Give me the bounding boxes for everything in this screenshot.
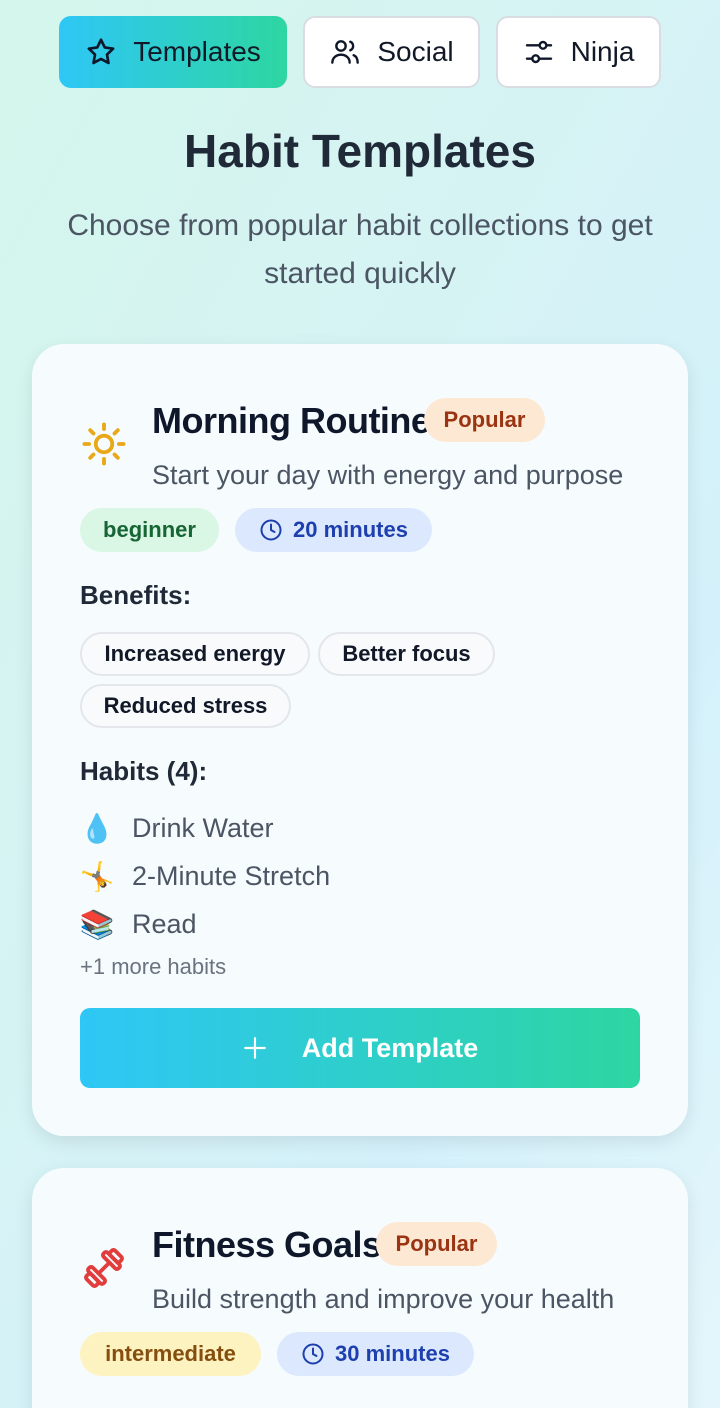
books-icon: 📚 [79,908,115,940]
stretch-icon: 🤸 [79,860,115,892]
list-item: 🤸 2-Minute Stretch [79,856,331,896]
difficulty-badge: beginner [80,508,219,552]
template-description: Start your day with energy and purpose [152,460,624,490]
benefits-heading: Benefits: [80,580,192,610]
duration-badge: 20 minutes [235,508,432,552]
habit-label: Drink Water [132,812,274,843]
users-icon [329,36,361,68]
duration-label: 20 minutes [293,517,408,542]
list-item: 📚 Read [80,904,197,944]
template-card-morning-routine: Morning Routine Popular Start your day w… [32,344,688,1136]
page-title: Habit Templates [184,125,536,177]
more-habits-note: +1 more habits [80,954,227,979]
benefit-tag: Increased energy [80,632,310,676]
sun-icon [80,420,128,468]
clock-icon [301,1342,325,1366]
plus-icon [242,1035,268,1061]
habit-label: Read [132,908,197,939]
dumbbell-icon [80,1244,128,1292]
habit-label: 2-Minute Stretch [132,860,331,891]
tab-ninja[interactable]: Ninja [496,16,661,88]
tab-social[interactable]: Social [303,16,480,88]
popular-badge: Popular [424,398,545,442]
top-nav: Templates Social Ninja [59,16,661,88]
tab-templates[interactable]: Templates [59,16,287,88]
template-description: Build strength and improve your health [152,1284,615,1314]
template-card-fitness-goals: Fitness Goals Popular Build strength and… [32,1168,688,1408]
duration-label: 30 minutes [335,1341,450,1366]
tab-label: Templates [133,36,261,67]
sliders-icon [523,36,555,68]
popular-badge: Popular [376,1222,497,1266]
habits-heading: Habits (4): [80,756,208,786]
add-template-button[interactable]: Add Template [80,1008,640,1088]
tab-label: Ninja [570,36,635,67]
difficulty-badge: intermediate [80,1332,261,1376]
tab-label: Social [377,36,454,67]
duration-badge: 30 minutes [277,1332,474,1376]
template-title: Morning Routine [152,400,431,441]
page-subtitle: Choose from popular habit collections to… [67,209,653,290]
list-item: 💧 Drink Water [80,808,274,848]
benefit-tag: Reduced stress [80,684,291,728]
template-title: Fitness Goals [152,1224,382,1265]
benefit-tag: Better focus [318,632,495,676]
clock-icon [259,518,283,542]
star-icon [85,36,117,68]
add-template-label: Add Template [301,1032,479,1063]
water-drop-icon: 💧 [79,812,115,844]
